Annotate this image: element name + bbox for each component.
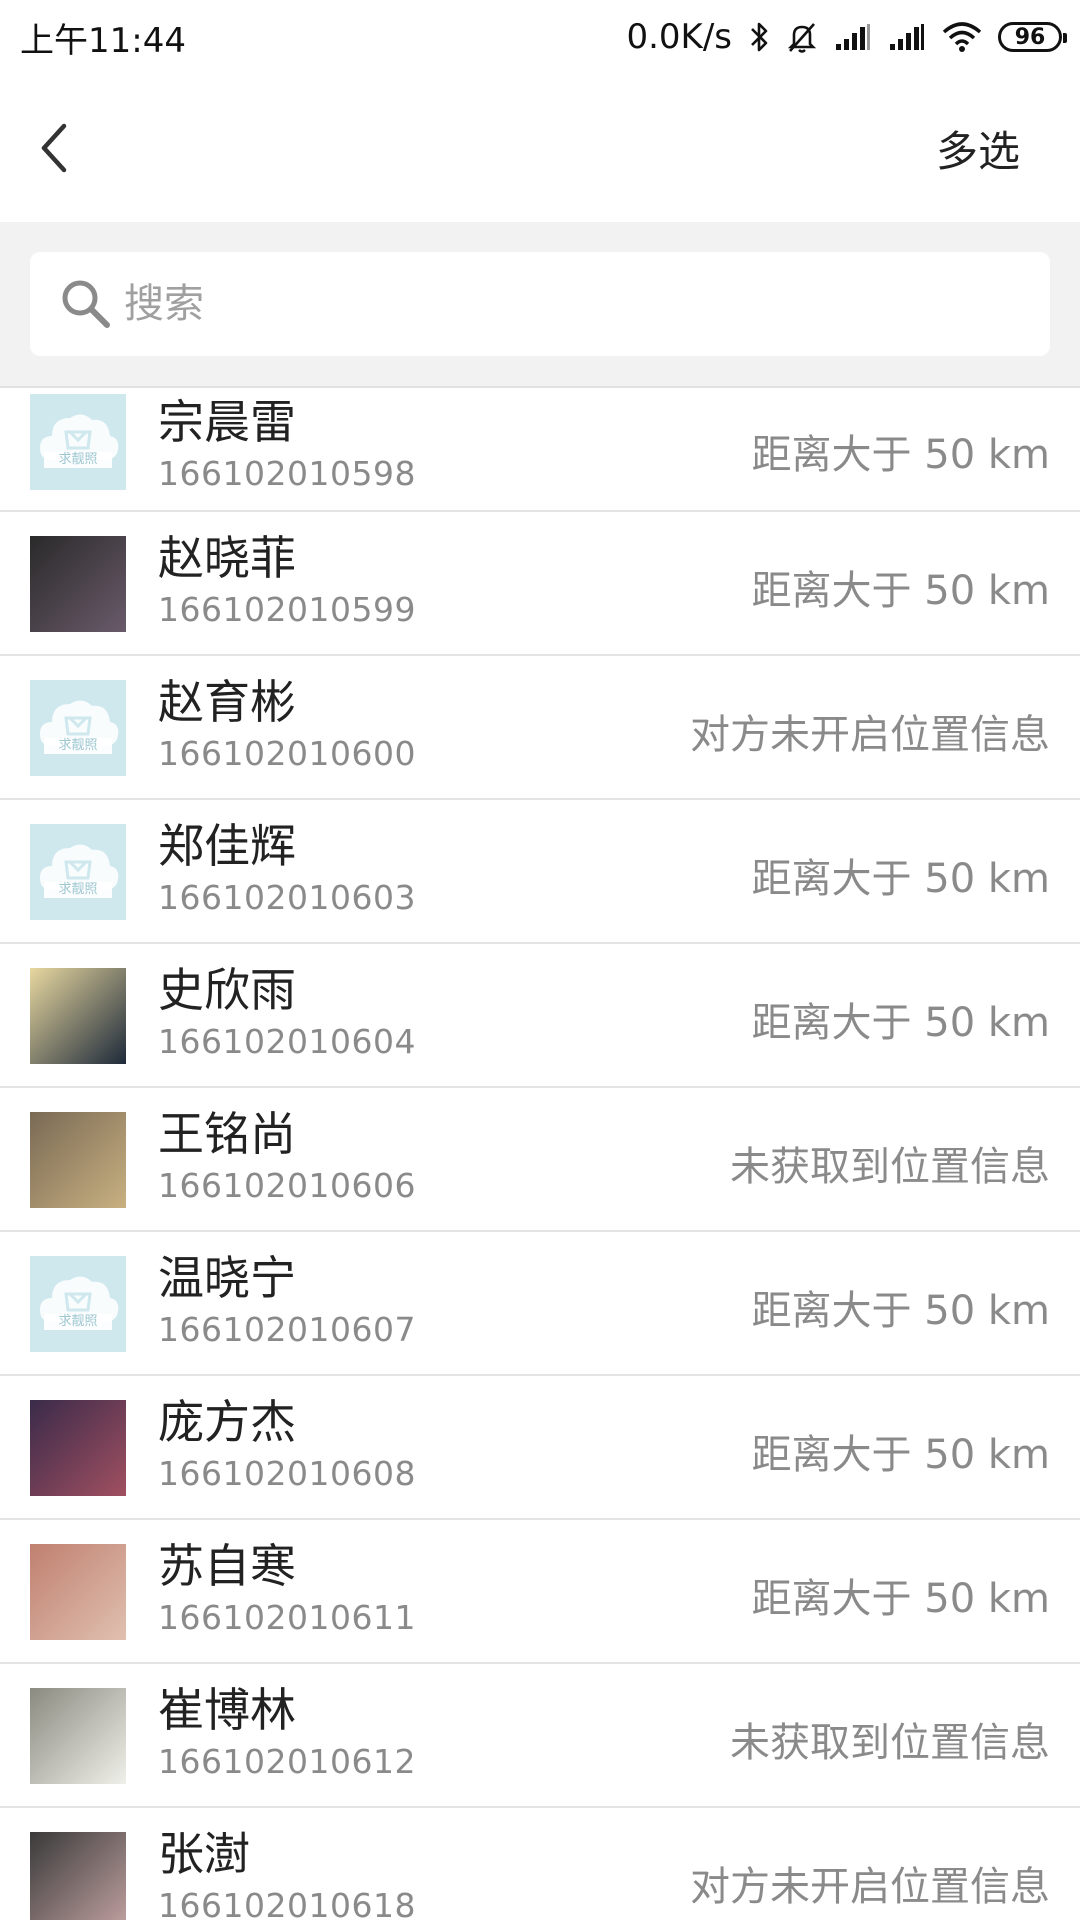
- contact-row[interactable]: 求靓照 郑佳辉 166102010603 距离大于 50 km: [0, 800, 1080, 944]
- avatar-photo: [30, 1688, 126, 1784]
- contact-name: 郑佳辉: [158, 819, 296, 873]
- avatar-photo: [30, 1832, 126, 1920]
- avatar-photo: [30, 1544, 126, 1640]
- signal-icon: [834, 22, 872, 52]
- status-bar: 上午11:44 0.0K/s 96: [0, 0, 1080, 74]
- location-status: 距离大于 50 km: [751, 432, 1050, 478]
- contact-student-id: 166102010611: [158, 1598, 416, 1637]
- placeholder-avatar-icon: [40, 1276, 119, 1330]
- contact-name: 苏自寒: [158, 1539, 296, 1593]
- contact-list[interactable]: 求靓照 宗晨雷 166102010598 距离大于 50 km 赵晓菲 166102010…: [0, 388, 1080, 1920]
- placeholder-avatar-label: 求靓照: [58, 452, 98, 467]
- net-speed: 0.0K/s: [626, 17, 732, 57]
- location-status: 距离大于 50 km: [751, 1000, 1050, 1046]
- location-status: 距离大于 50 km: [751, 1576, 1050, 1622]
- contact-student-id: 166102010603: [158, 878, 416, 917]
- search-input[interactable]: [124, 281, 924, 327]
- contact-info: 温晓宁 166102010607: [158, 1250, 416, 1354]
- mute-bell-icon: [786, 20, 818, 54]
- avatar: 求靓照: [30, 824, 126, 920]
- title-bar: 多选: [0, 74, 1080, 222]
- location-status: 对方未开启位置信息: [690, 712, 1050, 758]
- avatar-photo: [30, 536, 126, 632]
- contact-info: 史欣雨 166102010604: [158, 962, 416, 1066]
- contact-row[interactable]: 张澍 166102010618 对方未开启位置信息: [0, 1808, 1080, 1920]
- contact-name: 王铭尚: [158, 1107, 296, 1161]
- location-status: 距离大于 50 km: [751, 568, 1050, 614]
- placeholder-avatar-icon: [40, 700, 119, 754]
- contact-row[interactable]: 求靓照 温晓宁 166102010607 距离大于 50 km: [0, 1232, 1080, 1376]
- contact-student-id: 166102010618: [158, 1886, 416, 1920]
- status-time: 上午11:44: [20, 20, 186, 61]
- contact-name: 宗晨雷: [158, 395, 296, 449]
- contact-row[interactable]: 苏自寒 166102010611 距离大于 50 km: [0, 1520, 1080, 1664]
- wifi-icon: [942, 22, 982, 52]
- search-icon: [62, 280, 110, 328]
- contact-student-id: 166102010608: [158, 1454, 416, 1493]
- contact-student-id: 166102010612: [158, 1742, 416, 1781]
- avatar: 求靓照: [30, 1256, 126, 1352]
- placeholder-avatar-label: 求靓照: [58, 738, 98, 753]
- location-status: 对方未开启位置信息: [690, 1864, 1050, 1910]
- contact-row[interactable]: 崔博林 166102010612 未获取到位置信息: [0, 1664, 1080, 1808]
- contact-info: 张澍 166102010618: [158, 1826, 416, 1920]
- location-status: 距离大于 50 km: [751, 856, 1050, 902]
- status-icons: 0.0K/s 96: [626, 17, 1067, 57]
- location-status: 距离大于 50 km: [751, 1288, 1050, 1334]
- avatar-photo: [30, 1112, 126, 1208]
- contact-student-id: 166102010600: [158, 734, 416, 773]
- contact-row[interactable]: 求靓照 宗晨雷 166102010598 距离大于 50 km: [0, 388, 1080, 512]
- avatar-photo: [30, 968, 126, 1064]
- contact-info: 王铭尚 166102010606: [158, 1106, 416, 1210]
- contact-info: 赵晓菲 166102010599: [158, 530, 416, 634]
- contact-info: 赵育彬 166102010600: [158, 674, 416, 778]
- contact-row[interactable]: 求靓照 赵育彬 166102010600 对方未开启位置信息: [0, 656, 1080, 800]
- battery-icon: 96: [998, 22, 1067, 52]
- location-status: 距离大于 50 km: [751, 1432, 1050, 1478]
- contact-row[interactable]: 王铭尚 166102010606 未获取到位置信息: [0, 1088, 1080, 1232]
- back-button[interactable]: [24, 108, 84, 188]
- placeholder-avatar-icon: [40, 844, 119, 898]
- contact-info: 庞方杰 166102010608: [158, 1394, 416, 1498]
- contact-student-id: 166102010599: [158, 590, 416, 629]
- contact-name: 庞方杰: [158, 1395, 296, 1449]
- contact-name: 赵晓菲: [158, 531, 296, 585]
- placeholder-avatar-label: 求靓照: [58, 1314, 98, 1329]
- avatar: 求靓照: [30, 680, 126, 776]
- location-status: 未获取到位置信息: [730, 1720, 1050, 1766]
- contact-name: 赵育彬: [158, 675, 296, 729]
- contact-info: 宗晨雷 166102010598: [158, 394, 416, 498]
- placeholder-avatar-label: 求靓照: [58, 882, 98, 897]
- avatar-photo: [30, 1400, 126, 1496]
- signal-icon: [888, 22, 926, 52]
- contact-name: 张澍: [158, 1827, 250, 1881]
- contact-student-id: 166102010598: [158, 454, 416, 493]
- contact-name: 温晓宁: [158, 1251, 296, 1305]
- contact-info: 苏自寒 166102010611: [158, 1538, 416, 1642]
- search-box[interactable]: [30, 252, 1050, 356]
- contact-info: 郑佳辉 166102010603: [158, 818, 416, 922]
- chevron-left-icon: [41, 123, 67, 173]
- contact-student-id: 166102010606: [158, 1166, 416, 1205]
- location-status: 未获取到位置信息: [730, 1144, 1050, 1190]
- contact-student-id: 166102010607: [158, 1310, 416, 1349]
- contact-row[interactable]: 赵晓菲 166102010599 距离大于 50 km: [0, 512, 1080, 656]
- contact-info: 崔博林 166102010612: [158, 1682, 416, 1786]
- search-area: [0, 222, 1080, 388]
- contact-name: 史欣雨: [158, 963, 296, 1017]
- bluetooth-icon: [748, 20, 770, 54]
- contact-student-id: 166102010604: [158, 1022, 416, 1061]
- contact-row[interactable]: 庞方杰 166102010608 距离大于 50 km: [0, 1376, 1080, 1520]
- multi-select-button[interactable]: 多选: [936, 118, 1020, 179]
- contact-name: 崔博林: [158, 1683, 296, 1737]
- avatar: 求靓照: [30, 394, 126, 490]
- contact-row[interactable]: 史欣雨 166102010604 距离大于 50 km: [0, 944, 1080, 1088]
- placeholder-avatar-icon: [40, 414, 119, 468]
